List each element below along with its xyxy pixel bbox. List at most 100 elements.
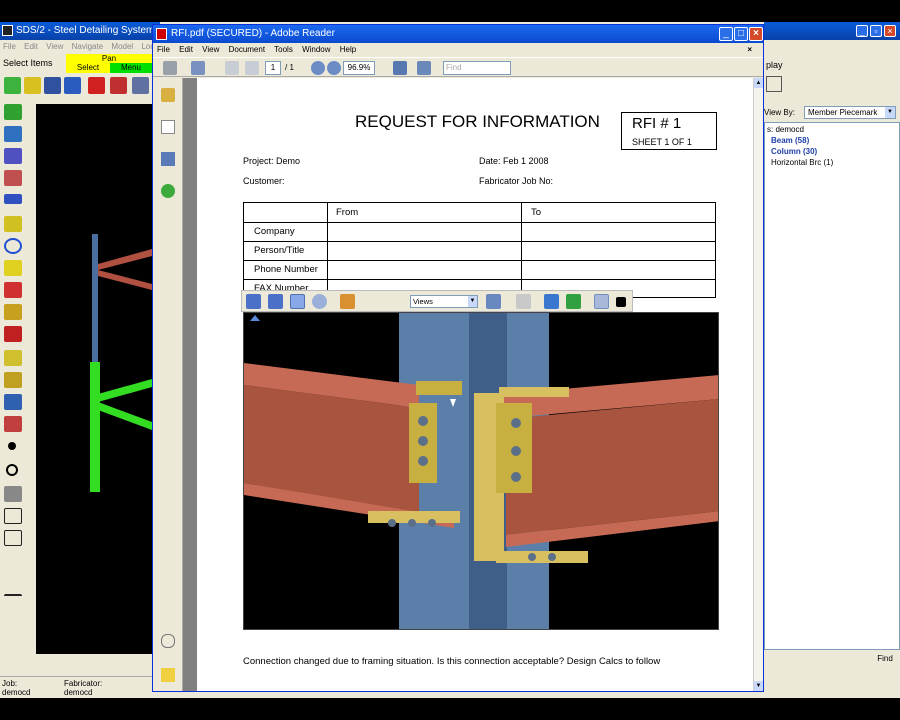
menu-window[interactable]: Window: [302, 45, 330, 54]
menu-mode-button[interactable]: Menu: [110, 63, 152, 73]
vertical-scrollbar[interactable]: ▲ ▼: [753, 78, 763, 691]
print-icon[interactable]: [163, 61, 177, 75]
comment-icon[interactable]: [161, 668, 175, 682]
select-mode-button[interactable]: Select: [66, 63, 110, 73]
zoom-level-input[interactable]: 96.9%: [343, 61, 375, 75]
lock-icon[interactable]: [161, 88, 175, 102]
zoom-in-icon[interactable]: [327, 61, 341, 75]
table-rule: [244, 279, 715, 280]
menu-help[interactable]: Help: [340, 45, 356, 54]
background-3d-viewport[interactable]: [36, 104, 152, 654]
render-mode-icon[interactable]: [566, 294, 581, 309]
part-icon[interactable]: [4, 394, 22, 410]
right-beam-web: [506, 399, 718, 535]
bolt: [418, 416, 428, 426]
background-status-bar: Job: democd Fabricator: democd: [0, 676, 152, 698]
document-close-icon[interactable]: ×: [747, 43, 752, 57]
projection-icon[interactable]: [544, 294, 559, 309]
bg-menu-navigate[interactable]: Navigate: [72, 42, 104, 51]
zoom-extents-icon[interactable]: [4, 530, 22, 546]
menu-edit[interactable]: Edit: [179, 45, 193, 54]
stop-icon[interactable]: [88, 77, 105, 94]
home-icon[interactable]: [340, 294, 355, 309]
key-icon[interactable]: [24, 77, 41, 94]
gears-icon[interactable]: [4, 148, 22, 164]
circle-icon[interactable]: [4, 238, 22, 254]
background-color-icon[interactable]: [616, 297, 626, 307]
pan-icon[interactable]: [290, 294, 305, 309]
zoom-icon[interactable]: [4, 508, 22, 524]
bg-menu-edit[interactable]: Edit: [24, 42, 38, 51]
menu-file[interactable]: File: [157, 45, 170, 54]
tree-item-column[interactable]: Column (30): [771, 147, 817, 156]
bg-menu-model[interactable]: Model: [111, 42, 133, 51]
cube-icon[interactable]: [4, 170, 22, 186]
fit-page-icon[interactable]: [393, 61, 407, 75]
model-tree-icon[interactable]: [486, 294, 501, 309]
3d-model-view[interactable]: [243, 312, 719, 630]
play-icon[interactable]: [516, 294, 531, 309]
chevron-down-icon[interactable]: ▼: [885, 107, 895, 118]
restore-icon[interactable]: ▫: [870, 25, 882, 37]
zoom-icon[interactable]: [312, 294, 327, 309]
pdf-icon[interactable]: [4, 326, 22, 342]
save-icon[interactable]: [44, 77, 61, 94]
display-icon[interactable]: [766, 76, 782, 92]
pdf-icon: [156, 28, 167, 40]
menu-tools[interactable]: Tools: [274, 45, 293, 54]
person-icon[interactable]: [4, 104, 22, 120]
views-dropdown[interactable]: Views ▼: [410, 295, 478, 308]
zoom-out-icon[interactable]: [311, 61, 325, 75]
minimize-icon[interactable]: _: [856, 25, 868, 37]
previous-page-icon[interactable]: [225, 61, 239, 75]
dimension-icon[interactable]: [4, 216, 22, 232]
bg-menu-file[interactable]: File: [3, 42, 16, 51]
view-icon[interactable]: [132, 77, 149, 94]
tree-item-horizontal-brace[interactable]: Horizontal Brc (1): [771, 158, 833, 167]
monitor-icon[interactable]: [4, 126, 22, 142]
line-icon[interactable]: [4, 194, 22, 204]
plane-icon[interactable]: [4, 594, 22, 604]
beam-icon[interactable]: [4, 282, 22, 298]
document-area[interactable]: REQUEST FOR INFORMATION RFI # 1 SHEET 1 …: [183, 78, 753, 691]
layers-icon[interactable]: [161, 152, 175, 166]
hole-icon[interactable]: [6, 464, 18, 476]
find-button[interactable]: Find: [872, 652, 898, 666]
close-icon[interactable]: ×: [884, 25, 896, 37]
spin-icon[interactable]: [268, 294, 283, 309]
bolt-icon[interactable]: [4, 486, 22, 502]
bolt: [511, 472, 521, 482]
connection-icon[interactable]: [4, 372, 22, 388]
column-icon[interactable]: [4, 350, 22, 366]
weld-icon[interactable]: [4, 304, 22, 320]
member-icon[interactable]: [4, 77, 21, 94]
maximize-button[interactable]: □: [734, 27, 748, 41]
attachment-icon[interactable]: [161, 634, 175, 648]
ruler-icon[interactable]: [4, 260, 22, 276]
tree-item-beam[interactable]: Beam (58): [771, 136, 809, 145]
email-icon[interactable]: [191, 61, 205, 75]
bg-menu-view[interactable]: View: [46, 42, 63, 51]
view-by-dropdown[interactable]: Member Piecemark ▼: [804, 106, 896, 119]
arrow-back-icon[interactable]: [64, 77, 81, 94]
menu-document[interactable]: Document: [229, 45, 265, 54]
menu-view[interactable]: View: [202, 45, 219, 54]
material-icon[interactable]: [4, 416, 22, 432]
pages-icon[interactable]: [161, 120, 175, 134]
chevron-down-icon[interactable]: ▼: [468, 296, 477, 307]
find-input[interactable]: Find: [443, 61, 511, 75]
rotate-icon[interactable]: [246, 294, 261, 309]
page-number-input[interactable]: 1: [265, 61, 281, 75]
lighting-icon[interactable]: [594, 294, 609, 309]
scroll-up-icon[interactable]: ▲: [754, 78, 763, 88]
minimize-button[interactable]: _: [719, 27, 733, 41]
point-icon[interactable]: [8, 442, 16, 450]
scroll-down-icon[interactable]: ▼: [754, 681, 763, 691]
next-page-icon[interactable]: [245, 61, 259, 75]
left-top-angle: [416, 381, 462, 395]
help-icon[interactable]: [161, 184, 175, 198]
close-button[interactable]: ×: [749, 27, 763, 41]
select-box-icon[interactable]: [110, 77, 127, 94]
full-screen-icon[interactable]: [417, 61, 431, 75]
tree-root[interactable]: s: democd: [767, 125, 804, 134]
